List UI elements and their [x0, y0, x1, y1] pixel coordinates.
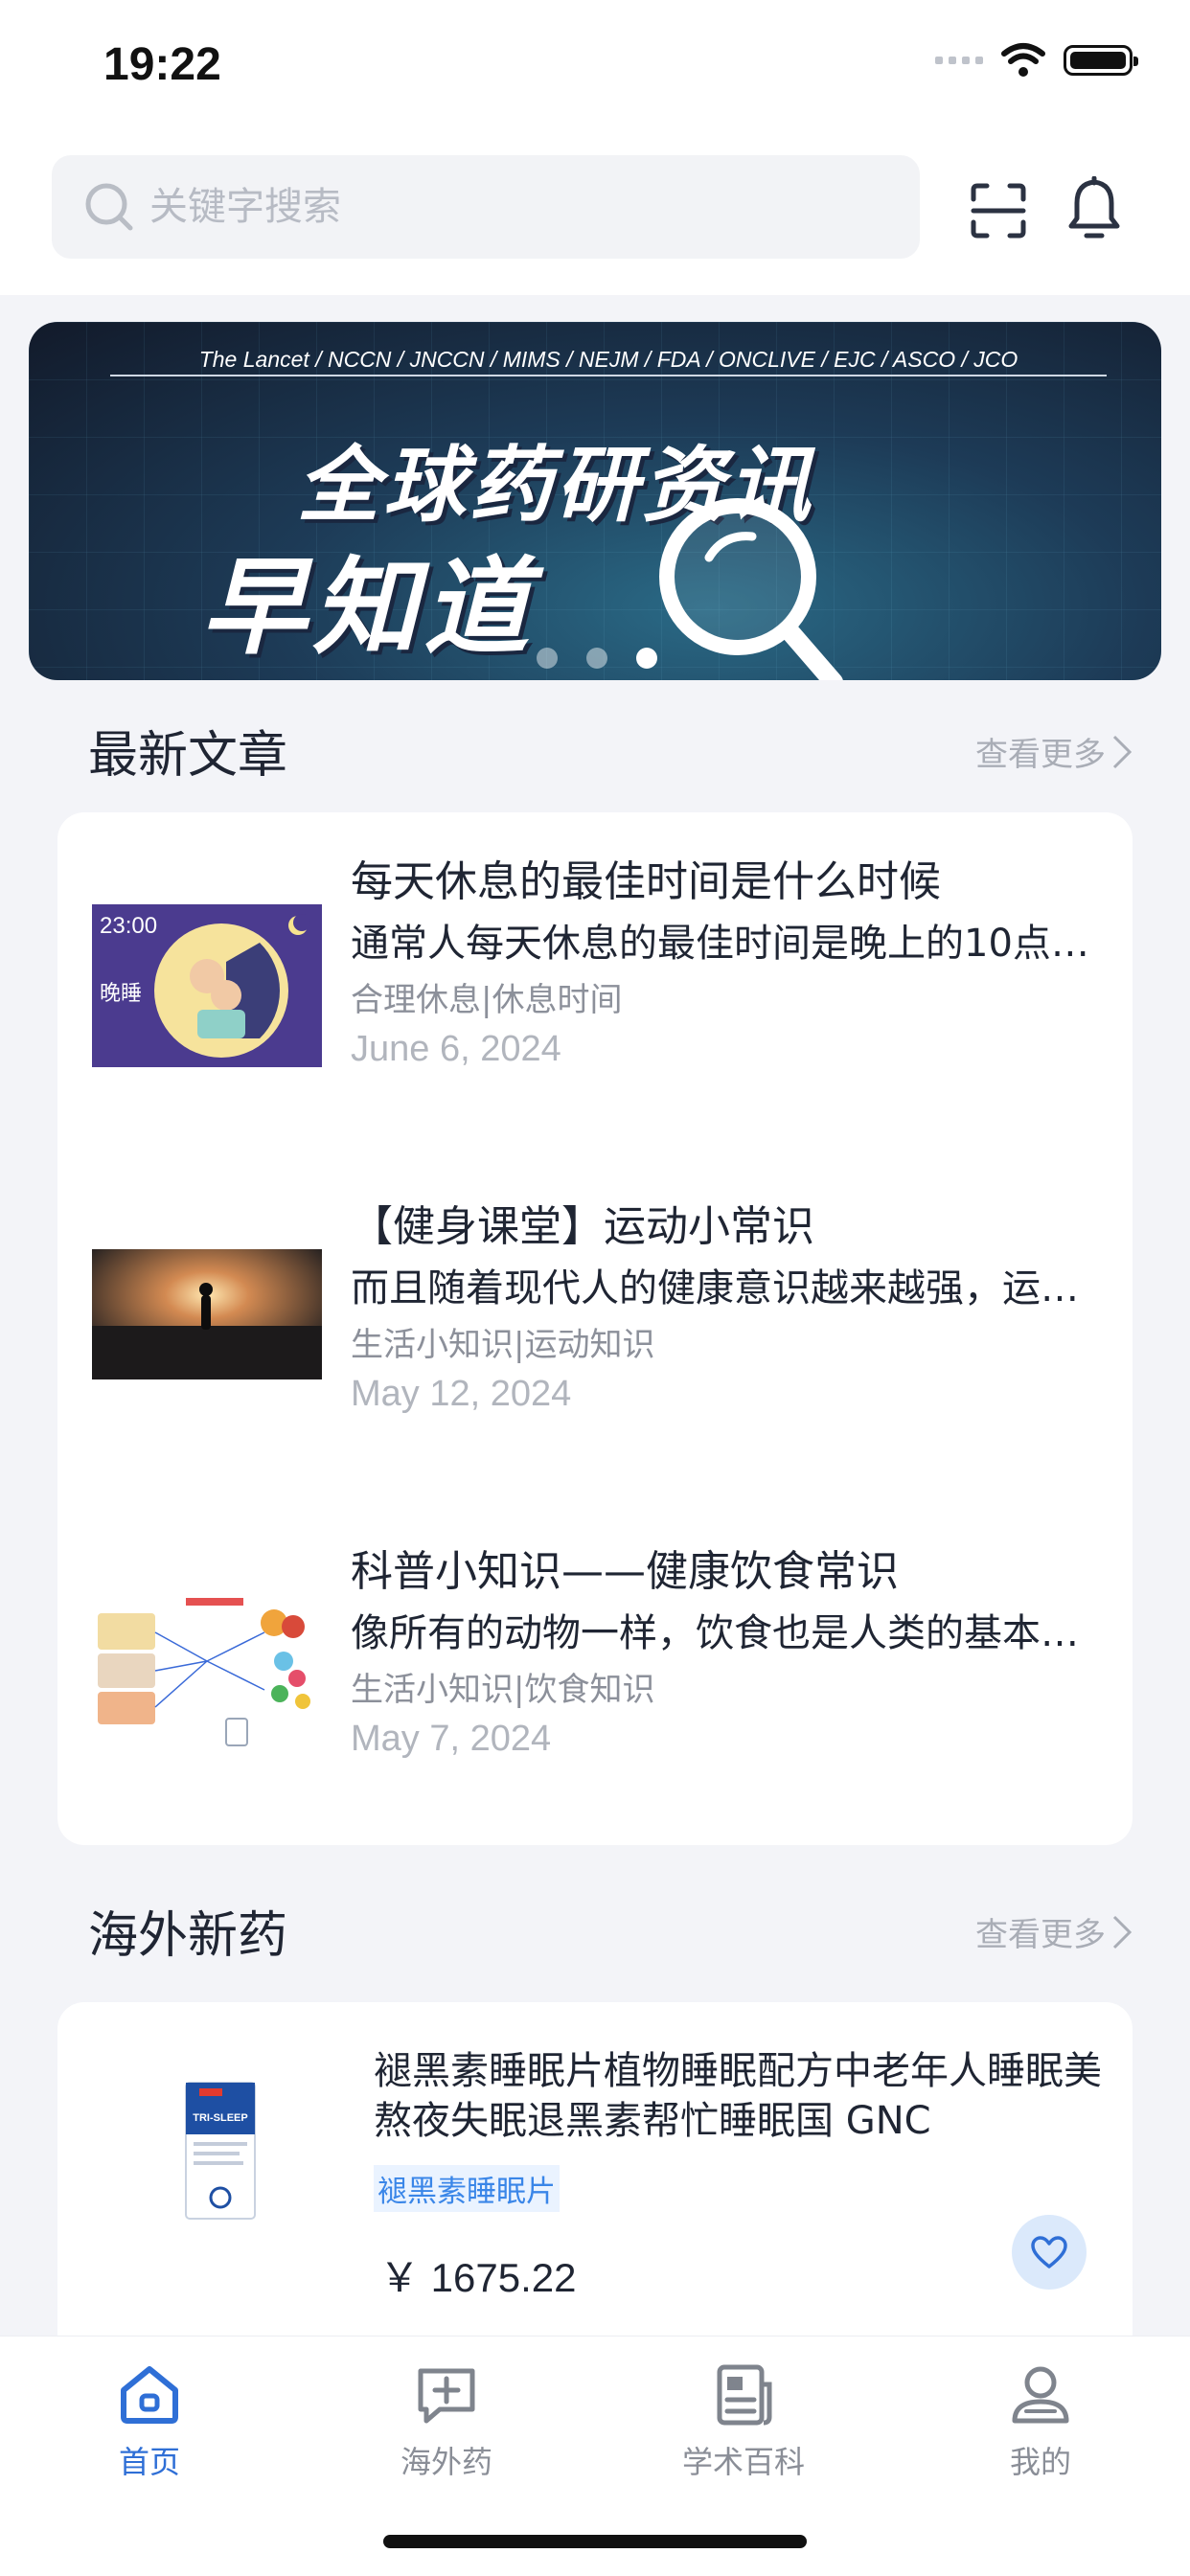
chevron-right-icon — [1112, 735, 1133, 768]
product-price: ￥ 1675.22 — [379, 2255, 577, 2300]
tab-profile[interactable]: 我的 — [954, 2361, 1127, 2482]
view-more-label: 查看更多 — [975, 1916, 1106, 1954]
article-title: 每天休息的最佳时间是什么时候 — [351, 857, 941, 906]
search-input[interactable] — [148, 184, 880, 230]
section-title: 最新文章 — [88, 727, 288, 785]
article-title: 【健身课堂】运动小常识 — [351, 1202, 814, 1251]
product-image: TRI-SLEEP — [185, 2082, 256, 2220]
article-date: May 12, 2024 — [351, 1374, 572, 1414]
article-item[interactable]: 【健身课堂】运动小常识 而且随着现代人的健康意识越来越强，运动成为了很多人的日常… — [57, 1192, 1133, 1479]
tab-label: 学术百科 — [681, 2444, 805, 2480]
status-bar: 19:22 — [0, 0, 1190, 134]
banner-dot[interactable] — [537, 648, 558, 669]
search-bar[interactable] — [52, 155, 920, 259]
banner-sources: The Lancet / NCCN / JNCCN / MIMS / NEJM … — [110, 347, 1107, 376]
article-tags: 合理休息|休息时间 — [351, 981, 623, 1019]
view-more-link[interactable]: 查看更多 — [975, 1908, 1133, 1955]
running-photo-icon — [92, 1249, 322, 1379]
signal-icon — [935, 57, 983, 64]
newspaper-icon — [717, 2364, 772, 2426]
status-icons — [935, 42, 1138, 79]
home-indicator — [383, 2535, 807, 2548]
article-item[interactable]: 科普小知识——健康饮食常识 像所有的动物一样，饮食也是人类的基本需求之一 生活小… — [57, 1537, 1133, 1824]
overseas-drugs-header: 海外新药 查看更多 — [88, 1895, 1133, 1965]
product-card[interactable]: TRI-SLEEP 褪黑素睡眠片植物睡眠配方中老年人睡眠美熬夜失眠退黑素帮忙睡眠… — [57, 2002, 1133, 2385]
person-icon — [1012, 2366, 1069, 2424]
section-title: 海外新药 — [88, 1907, 288, 1965]
scan-icon[interactable] — [970, 182, 1027, 239]
article-thumbnail — [92, 1594, 322, 1757]
banner-headline-line2: 早知道 — [201, 546, 535, 669]
tab-label: 首页 — [118, 2444, 180, 2480]
wifi-icon — [1001, 43, 1045, 77]
header — [0, 134, 1190, 295]
heart-icon — [1031, 2236, 1067, 2268]
banner-pagination[interactable] — [537, 648, 657, 669]
article-thumbnail — [92, 1249, 322, 1412]
magnifier-icon — [659, 498, 843, 680]
tab-home[interactable]: 首页 — [63, 2361, 236, 2482]
article-date: May 7, 2024 — [351, 1719, 552, 1759]
latest-articles-header: 最新文章 查看更多 — [88, 715, 1133, 785]
tab-overseas-drugs[interactable]: 海外药 — [360, 2361, 533, 2482]
article-thumbnail: 23:00 晚睡 — [92, 904, 322, 1067]
banner-dot[interactable] — [586, 648, 607, 669]
article-summary: 而且随着现代人的健康意识越来越强，运动成为了很多人的日常 — [351, 1266, 1108, 1311]
favorite-button[interactable] — [1012, 2215, 1087, 2290]
article-title: 科普小知识——健康饮食常识 — [351, 1547, 899, 1596]
view-more-label: 查看更多 — [975, 736, 1106, 774]
tab-label: 海外药 — [400, 2444, 492, 2480]
status-time: 19:22 — [103, 39, 221, 90]
article-summary: 通常人每天休息的最佳时间是晚上的10点到11点之间 — [351, 922, 1108, 966]
tab-label: 我的 — [1009, 2444, 1071, 2480]
article-tags: 生活小知识|饮食知识 — [351, 1671, 655, 1709]
sleep-illustration-icon: 23:00 晚睡 — [92, 904, 322, 1067]
product-title: 褪黑素睡眠片植物睡眠配方中老年人睡眠美熬夜失眠退黑素帮忙睡眠国 GNC — [374, 2049, 1102, 2143]
banner-dot-active[interactable] — [636, 648, 657, 669]
nutrition-diagram-icon — [92, 1594, 322, 1757]
article-summary: 像所有的动物一样，饮食也是人类的基本需求之一 — [351, 1611, 1108, 1655]
article-date: June 6, 2024 — [351, 1029, 561, 1069]
view-more-link[interactable]: 查看更多 — [975, 728, 1133, 775]
bell-icon[interactable] — [1064, 176, 1125, 241]
thumb-caption: 晚睡 — [100, 982, 142, 1006]
search-icon — [85, 183, 133, 231]
article-tags: 生活小知识|运动知识 — [351, 1326, 655, 1364]
battery-icon — [1064, 45, 1138, 76]
tab-academic-wiki[interactable]: 学术百科 — [657, 2361, 830, 2482]
promo-banner[interactable]: The Lancet / NCCN / JNCCN / MIMS / NEJM … — [29, 322, 1161, 680]
latest-articles-card: 23:00 晚睡 每天休息的最佳时间是什么时候 通常人每天休息的最佳时间是晚上的… — [57, 812, 1133, 1845]
plus-message-icon — [418, 2368, 475, 2424]
product-package-label: TRI-SLEEP — [193, 2112, 247, 2124]
chevron-right-icon — [1112, 1915, 1133, 1949]
product-tag: 褪黑素睡眠片 — [374, 2165, 560, 2212]
article-item[interactable]: 23:00 晚睡 每天休息的最佳时间是什么时候 通常人每天休息的最佳时间是晚上的… — [57, 847, 1133, 1134]
thumb-time: 23:00 — [100, 913, 157, 939]
home-icon — [121, 2366, 178, 2424]
